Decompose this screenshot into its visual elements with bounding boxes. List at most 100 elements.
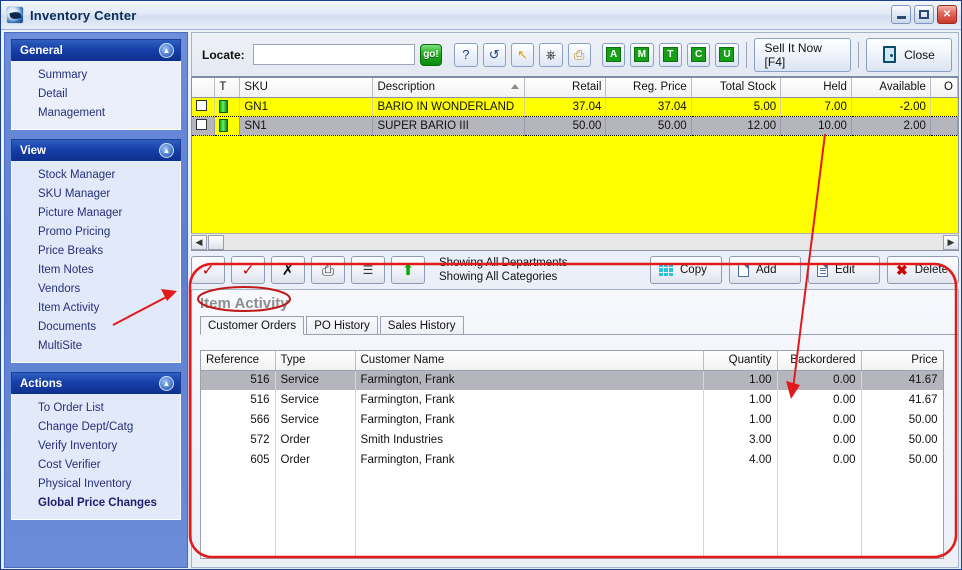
sidebar-item-picture-manager[interactable]: Picture Manager	[12, 204, 180, 223]
minimize-button[interactable]	[891, 5, 911, 24]
sidebar-item-price-breaks[interactable]: Price Breaks	[12, 242, 180, 261]
customer-orders-grid[interactable]: Reference Type Customer Name Quantity Ba…	[200, 350, 944, 559]
column-header-type[interactable]: T	[214, 78, 241, 98]
column-header-price[interactable]: Price	[861, 351, 943, 371]
sidebar-panel-header-general[interactable]: General ▲	[11, 39, 181, 61]
copy-button-label: Copy	[680, 264, 707, 276]
table-row[interactable]: GN1 BARIO IN WONDERLAND 37.04 37.04 5.00…	[192, 97, 959, 116]
go-button[interactable]: go!	[419, 43, 443, 66]
sidebar-item-sku-manager[interactable]: SKU Manager	[12, 185, 180, 204]
column-header-reg-price[interactable]: Reg. Price	[605, 78, 692, 98]
activity-price: 50.00	[861, 430, 943, 450]
sidebar-item-global-price-changes[interactable]: Global Price Changes	[12, 494, 180, 513]
row-type-cell	[214, 97, 241, 116]
column-header-backordered[interactable]: Backordered	[777, 351, 862, 371]
column-header-o[interactable]: O	[930, 78, 959, 98]
help-icon[interactable]: ?	[454, 42, 478, 67]
sidebar-panel-header-view[interactable]: View ▲	[11, 139, 181, 161]
sidebar-item-item-activity[interactable]: Item Activity	[12, 299, 180, 318]
copy-icon	[659, 264, 673, 276]
column-header-description[interactable]: Description	[372, 78, 526, 98]
binoculars-icon[interactable]: ⎈	[539, 42, 563, 67]
sidebar-item-to-order-list[interactable]: To Order List	[12, 399, 180, 418]
delete-button[interactable]: ✖ Delete	[887, 256, 959, 284]
row-checkbox-cell[interactable]	[192, 97, 216, 116]
row-checkbox[interactable]	[196, 119, 207, 130]
row-sku: GN1	[239, 97, 374, 116]
locate-input[interactable]	[252, 44, 415, 65]
scrollbar-thumb[interactable]	[208, 234, 224, 250]
sidebar-item-detail[interactable]: Detail	[12, 85, 180, 104]
column-header-held[interactable]: Held	[780, 78, 852, 98]
list-item[interactable]: 605 Order Farmington, Frank 4.00 0.00 50…	[201, 450, 943, 470]
chevron-up-icon[interactable]: ▲	[159, 376, 174, 391]
list-item[interactable]: 516 Service Farmington, Frank 1.00 0.00 …	[201, 370, 943, 390]
filter-button-m[interactable]: M	[630, 42, 654, 67]
activity-quantity: 3.00	[703, 430, 778, 450]
sidebar-item-documents[interactable]: Documents	[12, 318, 180, 337]
chevron-left-icon[interactable]: ◀	[191, 234, 207, 250]
main-content: Locate: go! ? ↺ ↖ ⎈ ⎙ A M T C U Sell It …	[191, 32, 959, 568]
filter-button-t[interactable]: T	[658, 42, 682, 67]
column-header-total-stock[interactable]: Total Stock	[691, 78, 782, 98]
row-o	[930, 115, 959, 136]
sidebar-item-summary[interactable]: Summary	[12, 66, 180, 85]
sidebar-item-verify-inventory[interactable]: Verify Inventory	[12, 437, 180, 456]
sidebar-panel-header-actions[interactable]: Actions ▲	[11, 372, 181, 394]
tab-po-history[interactable]: PO History	[306, 316, 378, 334]
column-header-sku[interactable]: SKU	[239, 78, 374, 98]
minimize-icon	[896, 16, 906, 19]
column-header-type[interactable]: Type	[275, 351, 356, 371]
column-header-select[interactable]	[192, 78, 216, 98]
add-button[interactable]: Add	[729, 256, 801, 284]
table-row[interactable]: SN1 SUPER BARIO III 50.00 50.00 12.00 10…	[192, 115, 959, 136]
list-item[interactable]: 566 Service Farmington, Frank 1.00 0.00 …	[201, 410, 943, 430]
check-all-button[interactable]: ✓	[231, 256, 265, 284]
sidebar-item-change-dept-catg[interactable]: Change Dept/Catg	[12, 418, 180, 437]
tab-sales-history[interactable]: Sales History	[379, 316, 464, 334]
sidebar-item-physical-inventory[interactable]: Physical Inventory	[12, 475, 180, 494]
edit-button[interactable]: Edit	[808, 256, 880, 284]
filter-button-c[interactable]: C	[686, 42, 711, 67]
chevron-up-icon[interactable]: ▲	[159, 143, 174, 158]
uncheck-all-button[interactable]: ✗	[271, 256, 305, 284]
jump-arrow-icon[interactable]: ↖	[510, 42, 535, 67]
column-header-retail[interactable]: Retail	[524, 78, 607, 98]
column-header-available[interactable]: Available	[851, 78, 931, 98]
column-header-quantity[interactable]: Quantity	[703, 351, 778, 371]
sidebar-item-multisite[interactable]: MultiSite	[12, 337, 180, 356]
filter-button-u[interactable]: U	[715, 42, 739, 67]
sidebar-item-vendors[interactable]: Vendors	[12, 280, 180, 299]
list-item[interactable]: 572 Order Smith Industries 3.00 0.00 50.…	[201, 430, 943, 450]
close-button[interactable]: ✕	[937, 5, 957, 24]
sidebar-item-promo-pricing[interactable]: Promo Pricing	[12, 223, 180, 242]
print-button[interactable]: ⎙	[311, 256, 345, 284]
column-header-reference[interactable]: Reference	[201, 351, 276, 371]
chevron-up-icon[interactable]: ▲	[159, 43, 174, 58]
export-button[interactable]: ⬆	[391, 256, 425, 284]
check-button[interactable]: ✓	[191, 256, 225, 284]
maximize-button[interactable]	[914, 5, 934, 24]
sidebar-item-cost-verifier[interactable]: Cost Verifier	[12, 456, 180, 475]
tab-customer-orders[interactable]: Customer Orders	[200, 316, 305, 335]
row-checkbox[interactable]	[196, 100, 207, 111]
activity-customer-name: Smith Industries	[355, 430, 704, 450]
add-button-label: Add	[756, 264, 777, 276]
sidebar-item-stock-manager[interactable]: Stock Manager	[12, 166, 180, 185]
column-header-customer-name[interactable]: Customer Name	[355, 351, 704, 371]
filter-button-a[interactable]: A	[601, 42, 626, 67]
close-button-label: Close	[904, 47, 935, 62]
sidebar-item-management[interactable]: Management	[12, 104, 180, 123]
list-item[interactable]: 516 Service Farmington, Frank 1.00 0.00 …	[201, 390, 943, 410]
sidebar-item-item-notes[interactable]: Item Notes	[12, 261, 180, 280]
row-checkbox-cell[interactable]	[192, 115, 216, 136]
close-window-button[interactable]: Close	[865, 37, 952, 72]
inventory-grid[interactable]: T SKU Description Retail Reg. Price Tota…	[191, 78, 959, 251]
copy-button[interactable]: Copy	[650, 256, 722, 284]
refresh-icon[interactable]: ↺	[482, 42, 506, 67]
preview-icon[interactable]: ⎙	[567, 42, 591, 67]
list-button[interactable]: ☰	[351, 256, 385, 284]
chevron-right-icon[interactable]: ▶	[943, 234, 959, 250]
sell-it-now-button[interactable]: Sell It Now [F4]	[753, 37, 852, 72]
grid-horizontal-scrollbar[interactable]: ◀ ▶	[191, 233, 959, 250]
